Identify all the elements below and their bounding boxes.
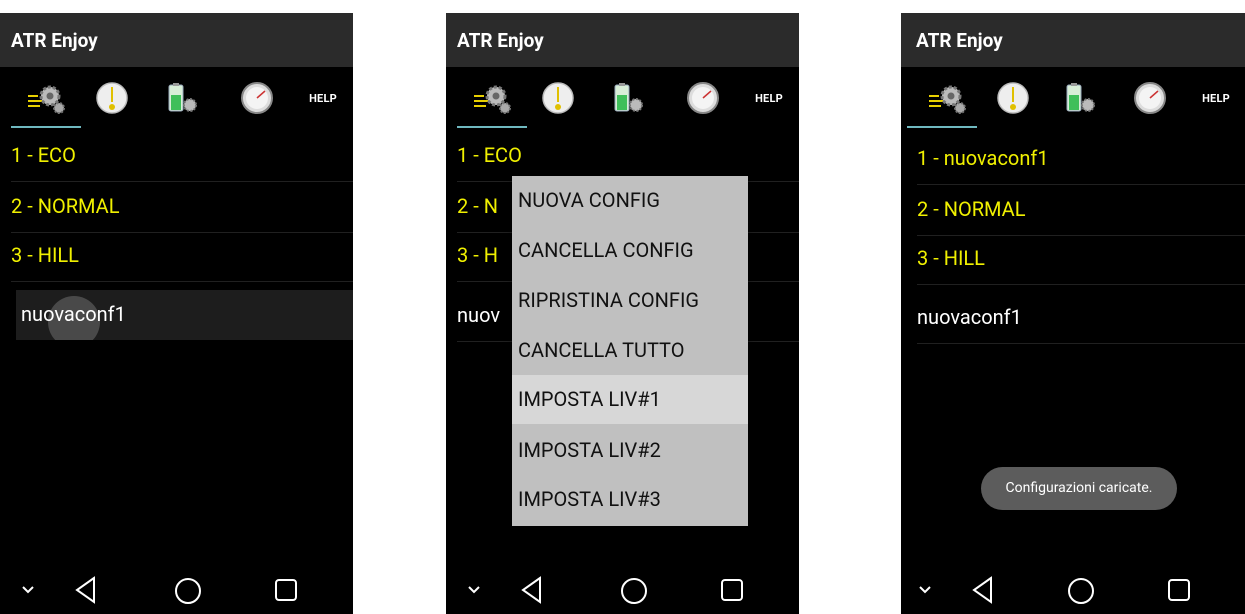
menu-item-label: IMPOSTA LIV#1 <box>518 387 661 411</box>
config-row[interactable]: 1 - ECO <box>11 131 353 182</box>
config-row[interactable]: 2 - NORMAL <box>917 185 1245 236</box>
tab-help[interactable]: HELP <box>1191 67 1241 129</box>
config-row[interactable]: 3 - HILL <box>917 234 1245 285</box>
recents-icon[interactable] <box>720 578 744 602</box>
nav-bar <box>901 566 1245 614</box>
config-row[interactable]: 1 - ECO <box>457 131 799 182</box>
back-icon[interactable] <box>520 576 544 604</box>
tab-level[interactable] <box>989 67 1037 129</box>
level-icon <box>542 82 574 114</box>
battery-settings-icon <box>614 83 643 112</box>
menu-item-label: IMPOSTA LIV#3 <box>518 487 661 511</box>
tab-help[interactable]: HELP <box>744 67 794 129</box>
chevron-down-icon[interactable] <box>466 584 482 596</box>
tab-bar: HELP <box>446 67 799 129</box>
tab-bar: HELP <box>901 67 1245 129</box>
menu-item-label: IMPOSTA LIV#2 <box>518 438 661 462</box>
recents-icon[interactable] <box>274 578 298 602</box>
menu-item-label: NUOVA CONFIG <box>518 188 660 212</box>
tab-battery[interactable] <box>151 67 211 129</box>
menu-item-set-level-2[interactable]: IMPOSTA LIV#2 <box>512 426 748 475</box>
menu-item-restore-config[interactable]: RIPRISTINA CONFIG <box>512 276 748 325</box>
gauge-icon <box>1134 82 1166 114</box>
recents-icon[interactable] <box>1167 578 1191 602</box>
tab-level[interactable] <box>534 67 582 129</box>
battery-settings-icon <box>168 83 197 112</box>
config-row[interactable]: 1 - nuovaconf1 <box>917 134 1245 185</box>
phone-screen-1: ATR Enjoy HELP 1 - ECO 2 - NORMAL 3 - HI… <box>0 13 353 614</box>
config-row[interactable]: 3 - HILL <box>11 231 353 282</box>
chevron-down-icon[interactable] <box>20 584 36 596</box>
menu-item-delete-config[interactable]: CANCELLA CONFIG <box>512 226 748 275</box>
app-bar: ATR Enjoy <box>901 13 1245 67</box>
settings-icon <box>474 85 511 114</box>
home-icon[interactable] <box>1067 577 1095 605</box>
config-label: 1 - nuovaconf1 <box>917 146 1049 170</box>
config-row[interactable]: nuovaconf1 <box>917 293 1245 344</box>
help-label: HELP <box>309 91 337 105</box>
config-label: 1 - ECO <box>457 143 522 167</box>
menu-item-set-level-3[interactable]: IMPOSTA LIV#3 <box>512 475 748 524</box>
config-label: 2 - N <box>457 194 498 218</box>
config-label: nuovaconf1 <box>917 305 1022 329</box>
battery-settings-icon <box>1066 83 1095 112</box>
settings-icon <box>929 85 966 114</box>
home-icon[interactable] <box>174 577 202 605</box>
home-icon[interactable] <box>620 577 648 605</box>
help-label: HELP <box>755 91 783 105</box>
app-bar: ATR Enjoy <box>446 13 799 67</box>
nav-bar <box>0 566 353 614</box>
config-label: 2 - NORMAL <box>11 194 120 218</box>
config-label: 2 - NORMAL <box>917 197 1026 221</box>
phone-screen-2: ATR Enjoy HELP 1 - ECO 2 - N 3 - H nuov … <box>446 13 799 614</box>
config-label: 3 - HILL <box>917 246 985 270</box>
gauge-icon <box>687 82 719 114</box>
menu-item-label: RIPRISTINA CONFIG <box>518 288 700 312</box>
menu-item-delete-all[interactable]: CANCELLA TUTTO <box>512 326 748 375</box>
tab-battery[interactable] <box>1049 67 1109 129</box>
menu-item-new-config[interactable]: NUOVA CONFIG <box>512 176 748 225</box>
toast-message: Configurazioni caricate. <box>981 467 1177 510</box>
context-menu: NUOVA CONFIG CANCELLA CONFIG RIPRISTINA … <box>512 176 748 526</box>
config-label: nuovaconf1 <box>21 302 126 326</box>
config-row[interactable]: 2 - NORMAL <box>11 182 353 233</box>
phone-screen-3: ATR Enjoy HELP 1 - nuovaconf1 2 - NORMAL… <box>901 13 1245 614</box>
back-icon[interactable] <box>74 576 98 604</box>
chevron-down-icon[interactable] <box>917 584 933 596</box>
back-icon[interactable] <box>971 576 995 604</box>
settings-icon <box>28 85 65 114</box>
config-label: 1 - ECO <box>11 143 76 167</box>
config-label: nuov <box>457 303 501 327</box>
config-label: 3 - HILL <box>11 243 79 267</box>
config-row-pressed[interactable]: nuovaconf1 <box>16 290 353 340</box>
tab-help[interactable]: HELP <box>298 67 348 129</box>
app-title: ATR Enjoy <box>11 29 98 52</box>
tab-indicator <box>457 126 527 128</box>
tab-level[interactable] <box>88 67 136 129</box>
level-icon <box>96 82 128 114</box>
tab-settings[interactable] <box>912 67 982 129</box>
tab-bar: HELP <box>0 67 353 129</box>
tab-gauge[interactable] <box>232 67 282 129</box>
app-bar: ATR Enjoy <box>0 13 353 67</box>
nav-bar <box>446 566 799 614</box>
tab-gauge[interactable] <box>678 67 728 129</box>
tab-gauge[interactable] <box>1125 67 1175 129</box>
tab-indicator <box>907 126 977 128</box>
tab-settings[interactable] <box>11 67 81 129</box>
app-title: ATR Enjoy <box>916 29 1003 52</box>
config-label: 3 - H <box>457 243 498 267</box>
gauge-icon <box>241 82 273 114</box>
help-label: HELP <box>1202 91 1230 105</box>
menu-item-set-level-1[interactable]: IMPOSTA LIV#1 <box>512 375 748 424</box>
menu-item-label: CANCELLA TUTTO <box>518 338 685 362</box>
menu-item-label: CANCELLA CONFIG <box>518 238 694 262</box>
app-title: ATR Enjoy <box>457 29 544 52</box>
tab-battery[interactable] <box>597 67 657 129</box>
tab-settings[interactable] <box>457 67 527 129</box>
tab-indicator <box>11 126 81 128</box>
level-icon <box>997 82 1029 114</box>
